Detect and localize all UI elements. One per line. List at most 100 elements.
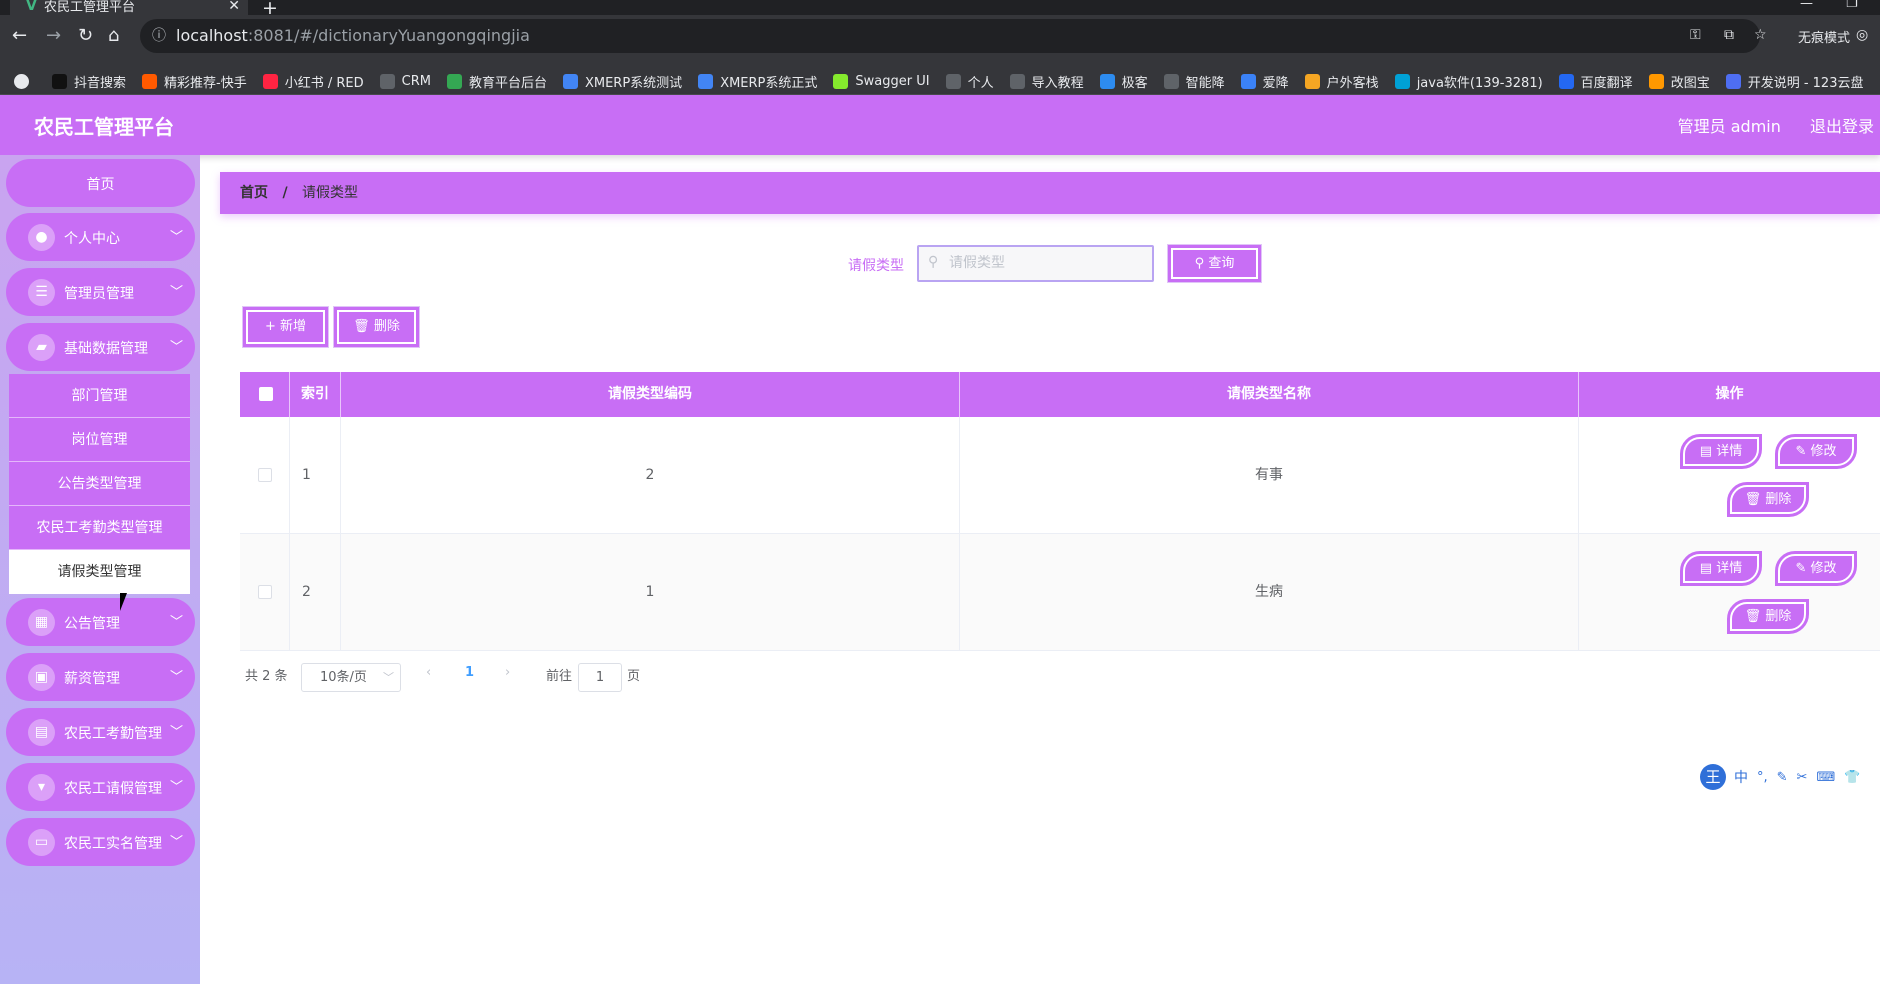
site-info-icon[interactable]: ⓘ [152, 19, 166, 53]
next-page-icon[interactable]: › [505, 665, 510, 680]
ime-handwrite-icon[interactable]: ✎ [1777, 770, 1788, 785]
sidebar-item-admin-management[interactable]: ☰ 管理员管理 ﹀ [6, 268, 195, 316]
stamp-icon: ▾ [28, 774, 55, 801]
page-number-current[interactable]: 1 [465, 665, 474, 680]
bookmark-item[interactable]: 个人 [945, 72, 994, 91]
sidebar-item-realname[interactable]: ▭ 农民工实名管理 ﹀ [6, 818, 195, 866]
delete-button-label: 删除 [1765, 609, 1792, 624]
breadcrumb: 首页 / 请假类型 [220, 172, 1880, 214]
row-checkbox[interactable] [257, 585, 272, 599]
bookmark-item[interactable]: 精彩推荐-快手 [142, 72, 247, 91]
row-select-cell [240, 417, 290, 534]
add-button[interactable]: + 新增 [243, 307, 328, 347]
goto-page-input[interactable]: 1 [578, 663, 622, 692]
ime-logo-icon[interactable]: 王 [1700, 764, 1726, 790]
bookmark-label: 小红书 / RED [284, 75, 364, 91]
restore-icon[interactable]: ❐ [1846, 0, 1858, 11]
bookmark-item[interactable]: 户外客栈 [1304, 72, 1379, 91]
bookmark-item[interactable]: 抖音搜索 [52, 72, 126, 91]
sidebar-item-notice[interactable]: ▦ 公告管理 ﹀ [6, 598, 195, 646]
sidebar-item-base-data[interactable]: ▰ 基础数据管理 ﹀ [6, 323, 195, 371]
submenu-notice-type[interactable]: 公告类型管理 [9, 462, 190, 506]
bookmark-item[interactable]: XMERP系统正式 [698, 72, 817, 91]
sidebar-item-personal-center[interactable]: ● 个人中心 ﹀ [6, 213, 195, 261]
prev-page-icon[interactable]: ‹ [426, 665, 431, 680]
page-size-select[interactable]: 10条/页 ﹀ [301, 663, 401, 692]
bookmark-item[interactable]: 爱降 [1240, 72, 1289, 91]
bookmark-item[interactable]: Swagger UI [833, 73, 930, 89]
ime-scissors-icon[interactable]: ✂ [1797, 770, 1808, 785]
delete-button[interactable]: 🗑 删除 [1727, 482, 1809, 517]
bookmark-item[interactable]: 小红书 / RED [262, 72, 364, 91]
query-button-label: 查询 [1208, 256, 1235, 271]
submenu-leave-type[interactable]: 请假类型管理 [9, 550, 190, 594]
sidebar-item-leave[interactable]: ▾ 农民工请假管理 ﹀ [6, 763, 195, 811]
ime-punctuation-icon[interactable]: °, [1757, 770, 1768, 785]
batch-delete-button[interactable]: 🗑 删除 [334, 307, 419, 347]
bookmark-item[interactable]: 智能降 [1163, 72, 1225, 91]
submenu-department[interactable]: 部门管理 [9, 374, 190, 418]
table-row: 1 2 有事 ▤ 详情 ✎ 修改 🗑 删除 [240, 417, 1880, 534]
cell-index: 2 [290, 534, 341, 651]
sidebar-item-label: 首页 [86, 177, 115, 193]
key-icon[interactable]: ⚿ [1690, 27, 1701, 43]
edit-button[interactable]: ✎ 修改 [1775, 434, 1857, 469]
bookmark-favicon-icon [1725, 73, 1741, 89]
back-icon[interactable]: ← [12, 25, 27, 46]
submenu-attendance-type[interactable]: 农民工考勤类型管理 [9, 506, 190, 550]
bookmark-label: XMERP系统测试 [584, 75, 683, 91]
clipboard-icon: ▤ [28, 719, 55, 746]
mouse-cursor-icon [120, 593, 134, 611]
select-all-checkbox[interactable] [259, 387, 273, 401]
close-tab-icon[interactable]: ✕ [228, 0, 240, 14]
bookmark-item[interactable]: java软件(139-3281) [1394, 72, 1543, 91]
ime-skin-icon[interactable]: 👕 [1844, 770, 1860, 785]
sidebar-item-attendance[interactable]: ▤ 农民工考勤管理 ﹀ [6, 708, 195, 756]
bookmark-favicon-icon [52, 73, 67, 89]
bookmark-item[interactable]: 开发说明 - 123云盘 [1725, 72, 1863, 91]
minimize-icon[interactable]: — [1800, 0, 1813, 11]
query-button[interactable]: ⚲ 查询 [1168, 245, 1261, 282]
submenu-position[interactable]: 岗位管理 [9, 418, 190, 462]
bookmark-item[interactable]: XMERP系统测试 [562, 72, 683, 91]
edit-button[interactable]: ✎ 修改 [1775, 551, 1857, 586]
ime-keyboard-icon[interactable]: ⌨ [1816, 770, 1835, 785]
bookmark-item[interactable]: 极客 [1099, 72, 1148, 91]
logout-link[interactable]: 退出登录 [1810, 117, 1874, 136]
breadcrumb-home[interactable]: 首页 [240, 185, 268, 201]
ime-chinese-mode[interactable]: 中 [1734, 767, 1748, 787]
cell-name: 生病 [960, 534, 1579, 651]
bookmark-item[interactable]: 教育平台后台 [446, 72, 547, 91]
sidebar-item-salary[interactable]: ▣ 薪资管理 ﹀ [6, 653, 195, 701]
bookmark-item[interactable]: 导入教程 [1009, 72, 1084, 91]
sidebar-item-home[interactable]: 首页 [6, 159, 195, 207]
bookmark-item[interactable]: 改图宝 [1648, 72, 1710, 91]
url-input[interactable]: ⓘ localhost:8081/#/dictionaryYuangongqin… [140, 19, 1760, 53]
bookmark-favicon-icon [379, 73, 395, 89]
bookmark-label: 导入教程 [1031, 75, 1084, 91]
forward-icon[interactable]: → [46, 25, 61, 46]
page-size-value: 10条/页 [320, 670, 367, 685]
row-checkbox[interactable] [257, 468, 272, 482]
sidebar: 首页 ● 个人中心 ﹀ ☰ 管理员管理 ﹀ ▰ 基础数据管理 ﹀ 部门管理 岗位… [0, 155, 200, 984]
cell-name: 有事 [960, 417, 1579, 534]
browser-tab[interactable]: V 农民工管理平台 ✕ [10, 0, 248, 15]
bookmark-item[interactable]: 百度翻译 [1558, 72, 1633, 91]
github-icon[interactable] [14, 73, 36, 89]
bookmark-item[interactable]: CRM [379, 73, 431, 89]
bookmark-favicon-icon [833, 73, 849, 89]
home-icon[interactable]: ⌂ [108, 25, 119, 46]
bookmark-star-icon[interactable]: ☆ [1754, 27, 1767, 43]
reload-icon[interactable]: ↻ [78, 25, 93, 46]
translate-icon[interactable]: ⧉ [1724, 27, 1734, 43]
bookmark-label: 精彩推荐-快手 [164, 75, 247, 91]
bookmark-label: 爱降 [1262, 75, 1289, 91]
detail-button[interactable]: ▤ 详情 [1680, 551, 1762, 586]
sidebar-item-label: 农民工实名管理 [64, 836, 162, 852]
detail-button[interactable]: ▤ 详情 [1680, 434, 1762, 469]
search-input[interactable] [949, 255, 1139, 271]
address-bar-area: ← → ↻ ⌂ ⓘ localhost:8081/#/dictionaryYua… [0, 15, 1880, 68]
breadcrumb-current: 请假类型 [302, 185, 359, 201]
delete-button[interactable]: 🗑 删除 [1727, 599, 1809, 634]
incognito-icon[interactable]: ◎ [1856, 27, 1868, 43]
